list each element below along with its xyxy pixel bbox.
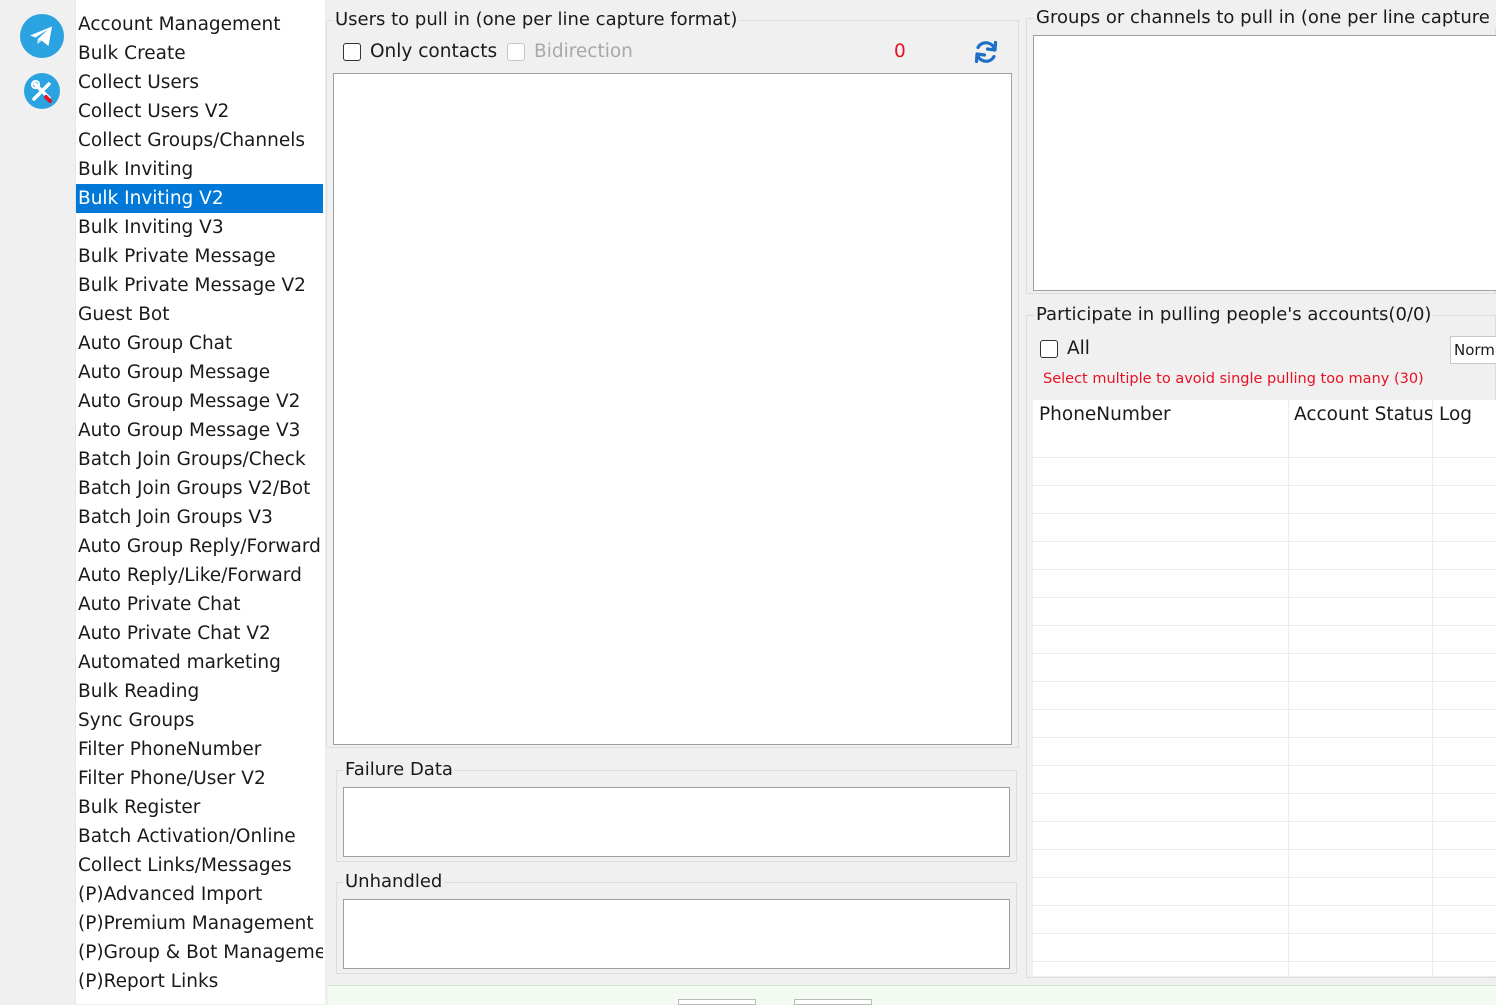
nav-item[interactable]: Batch Join Groups/Check bbox=[76, 445, 323, 474]
nav-item[interactable]: Auto Group Message V3 bbox=[76, 416, 323, 445]
nav-item[interactable]: Auto Group Reply/Forward bbox=[76, 532, 323, 561]
bidirection-checkbox[interactable] bbox=[507, 43, 525, 61]
only-contacts-label: Only contacts bbox=[370, 41, 498, 62]
table-row[interactable] bbox=[1033, 514, 1496, 542]
nav-item[interactable]: Bulk Create bbox=[76, 39, 323, 68]
table-row[interactable] bbox=[1033, 458, 1496, 486]
nav-item[interactable]: Bulk Inviting V2 bbox=[76, 184, 323, 213]
nav-item[interactable]: Bulk Private Message bbox=[76, 242, 323, 271]
nav-item[interactable]: Bulk Reading bbox=[76, 677, 323, 706]
bidirection-label: Bidirection bbox=[534, 41, 633, 62]
users-count: 0 bbox=[894, 41, 906, 62]
nav-item[interactable]: Collect Users bbox=[76, 68, 323, 97]
nav-item[interactable]: Collect Links/Messages bbox=[76, 851, 323, 880]
refresh-icon[interactable] bbox=[972, 38, 1000, 66]
nav-item[interactable]: Sync Groups bbox=[76, 706, 323, 735]
nav-item[interactable]: Filter PhoneNumber bbox=[76, 735, 323, 764]
accounts-table: PhoneNumber Account Status Log bbox=[1033, 400, 1496, 976]
accounts-hint: Select multiple to avoid single pulling … bbox=[1043, 371, 1424, 387]
nav-item[interactable]: Collect Groups/Channels bbox=[76, 126, 323, 155]
table-row[interactable] bbox=[1033, 682, 1496, 710]
accounts-panel-title: Participate in pulling people's accounts… bbox=[1034, 304, 1434, 325]
failure-textarea[interactable] bbox=[343, 787, 1010, 857]
nav-item[interactable]: Batch Join Groups V3 bbox=[76, 503, 323, 532]
table-row[interactable] bbox=[1033, 542, 1496, 570]
groups-textarea[interactable] bbox=[1033, 35, 1496, 291]
nav-item[interactable]: Auto Private Chat bbox=[76, 590, 323, 619]
table-row[interactable] bbox=[1033, 430, 1496, 458]
mode-select-value: Norm bbox=[1454, 341, 1495, 359]
table-row[interactable] bbox=[1033, 906, 1496, 934]
bottom-number-input-2[interactable] bbox=[794, 999, 872, 1005]
nav-item[interactable]: (P)Advanced Import bbox=[76, 880, 323, 909]
table-row[interactable] bbox=[1033, 822, 1496, 850]
nav-item[interactable]: Auto Private Chat V2 bbox=[76, 619, 323, 648]
nav-item[interactable]: Automated marketing bbox=[76, 648, 323, 677]
nav-item[interactable]: (P)Premium Management bbox=[76, 909, 323, 938]
nav-item[interactable]: Bulk Inviting V3 bbox=[76, 213, 323, 242]
all-accounts-checkbox[interactable] bbox=[1040, 340, 1058, 358]
table-row[interactable] bbox=[1033, 486, 1496, 514]
table-row[interactable] bbox=[1033, 654, 1496, 682]
table-row[interactable] bbox=[1033, 598, 1496, 626]
unhandled-panel-title: Unhandled bbox=[343, 871, 445, 892]
nav-item[interactable]: Batch Activation/Online bbox=[76, 822, 323, 851]
nav-item[interactable]: Auto Group Message V2 bbox=[76, 387, 323, 416]
nav-item[interactable]: Account Management bbox=[76, 10, 323, 39]
nav-item[interactable]: Bulk Inviting bbox=[76, 155, 323, 184]
unhandled-textarea[interactable] bbox=[343, 899, 1010, 969]
col-header-log[interactable]: Log bbox=[1439, 404, 1472, 425]
telegram-icon[interactable] bbox=[20, 14, 64, 58]
table-row[interactable] bbox=[1033, 570, 1496, 598]
nav-item[interactable]: Auto Group Message bbox=[76, 358, 323, 387]
users-textarea[interactable] bbox=[333, 73, 1012, 745]
table-row[interactable] bbox=[1033, 878, 1496, 906]
nav-item[interactable]: Bulk Register bbox=[76, 793, 323, 822]
nav-item[interactable]: (P)Group & Bot Managemer bbox=[76, 938, 323, 967]
mode-select[interactable]: Norm bbox=[1450, 336, 1496, 364]
icon-bar bbox=[0, 0, 75, 1004]
nav-item[interactable]: (P)Report Links bbox=[76, 967, 323, 996]
nav-item[interactable]: Auto Group Chat bbox=[76, 329, 323, 358]
bottom-settings-bar bbox=[328, 985, 1496, 1005]
nav-item[interactable]: Auto Reply/Like/Forward bbox=[76, 561, 323, 590]
nav-item[interactable]: Bulk Private Message V2 bbox=[76, 271, 323, 300]
tools-icon[interactable] bbox=[24, 73, 60, 109]
all-accounts-label: All bbox=[1067, 338, 1090, 359]
nav-item[interactable]: Filter Phone/User V2 bbox=[76, 764, 323, 793]
bottom-number-input-1[interactable] bbox=[678, 999, 756, 1005]
table-row[interactable] bbox=[1033, 626, 1496, 654]
groups-panel-title: Groups or channels to pull in (one per l… bbox=[1034, 7, 1496, 28]
users-panel-title: Users to pull in (one per line capture f… bbox=[333, 9, 740, 30]
table-row[interactable] bbox=[1033, 794, 1496, 822]
table-row[interactable] bbox=[1033, 738, 1496, 766]
nav-item[interactable]: Guest Bot bbox=[76, 300, 323, 329]
table-row[interactable] bbox=[1033, 850, 1496, 878]
nav-item[interactable]: Collect Users V2 bbox=[76, 97, 323, 126]
feature-nav-list: Account Management Bulk Create Collect Use… bbox=[75, 0, 325, 1004]
failure-panel-title: Failure Data bbox=[343, 759, 455, 780]
nav-item[interactable]: Batch Join Groups V2/Bot bbox=[76, 474, 323, 503]
col-header-account-status[interactable]: Account Status bbox=[1294, 404, 1434, 425]
table-row[interactable] bbox=[1033, 766, 1496, 794]
col-header-phonenumber[interactable]: PhoneNumber bbox=[1039, 404, 1171, 425]
table-row[interactable] bbox=[1033, 934, 1496, 962]
only-contacts-checkbox[interactable] bbox=[343, 43, 361, 61]
table-row[interactable] bbox=[1033, 710, 1496, 738]
